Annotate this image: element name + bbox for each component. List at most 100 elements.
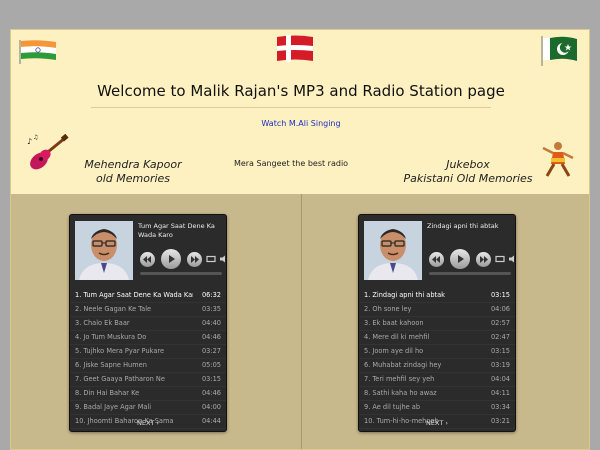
track-duration: 04:00 bbox=[201, 403, 221, 411]
repeat-icon[interactable] bbox=[495, 254, 505, 264]
playlist-track[interactable]: 9. Ae dil tujhe ab 03:34 bbox=[359, 401, 515, 415]
track-title: 8. Din Hai Bahar Ke bbox=[75, 389, 140, 397]
svg-text:♪: ♪ bbox=[27, 137, 32, 146]
track-duration: 03:35 bbox=[201, 305, 221, 313]
radio-caption: Mera Sangeet the best radio bbox=[233, 159, 349, 168]
track-duration: 02:47 bbox=[490, 333, 510, 341]
volume-icon[interactable] bbox=[219, 254, 229, 264]
left-music-player: Tum Agar Saat Dene Ka Wada Karo 1. Tum A… bbox=[69, 214, 227, 432]
playlist: 1. Zindagi apni thi abtak 03:15 2. Oh sone… bbox=[359, 289, 515, 429]
playlist-track[interactable]: 6. Muhabat zindagi hey 03:19 bbox=[359, 359, 515, 373]
right-caption-line2: Pakistani Old Memories bbox=[403, 172, 533, 185]
playlist-track[interactable]: 2. Neele Gagan Ke Tale 03:35 bbox=[70, 303, 226, 317]
mehendra-kapoor-caption: Mehendra Kapoor old Memories bbox=[73, 158, 193, 186]
playlist-track[interactable]: 7. Teri mehfil sey yeh 04:04 bbox=[359, 373, 515, 387]
playlist-track[interactable]: 9. Badal Jaye Agar Mali 04:00 bbox=[70, 401, 226, 415]
playlist-track[interactable]: 7. Geet Gaaya Patharon Ne 03:15 bbox=[70, 373, 226, 387]
track-title: 9. Ae dil tujhe ab bbox=[364, 403, 421, 411]
now-playing-title: Zindagi apni thi abtak bbox=[427, 222, 499, 230]
next-page-link[interactable]: NEXT › bbox=[359, 419, 515, 427]
track-duration: 05:05 bbox=[201, 361, 221, 369]
track-title: 8. Sathi kaha ho awaz bbox=[364, 389, 437, 397]
players-section: Tum Agar Saat Dene Ka Wada Karo 1. Tum A… bbox=[11, 194, 589, 449]
album-art-image bbox=[364, 221, 422, 280]
player-controls bbox=[140, 249, 229, 269]
playlist-track[interactable]: 5. Tujhko Mera Pyar Pukare 03:27 bbox=[70, 345, 226, 359]
track-title: 6. Muhabat zindagi hey bbox=[364, 361, 442, 369]
panel-divider bbox=[301, 194, 302, 449]
track-title: 3. Ek baat kahoon bbox=[364, 319, 424, 327]
playlist-track[interactable]: 4. Mere dil ki mehfil 02:47 bbox=[359, 331, 515, 345]
playlist-track[interactable]: 6. Jiske Sapne Humen 05:05 bbox=[70, 359, 226, 373]
playlist-track[interactable]: 1. Zindagi apni thi abtak 03:15 bbox=[359, 289, 515, 303]
playlist: 1. Tum Agar Saat Dene Ka Wada Karo 06:32 2… bbox=[70, 289, 226, 429]
player-controls bbox=[429, 249, 518, 269]
play-button[interactable] bbox=[161, 249, 181, 269]
album-art-image bbox=[75, 221, 133, 280]
track-duration: 04:40 bbox=[201, 319, 221, 327]
track-duration: 03:34 bbox=[490, 403, 510, 411]
playlist-track[interactable]: 5. Joom aye dil ho 03:15 bbox=[359, 345, 515, 359]
playlist-track[interactable]: 3. Ek baat kahoon 02:57 bbox=[359, 317, 515, 331]
track-title: 7. Geet Gaaya Patharon Ne bbox=[75, 375, 165, 383]
track-duration: 03:19 bbox=[490, 361, 510, 369]
repeat-icon[interactable] bbox=[206, 254, 216, 264]
left-caption-line2: old Memories bbox=[95, 172, 171, 185]
guitar-icon: ♪ ♫ bbox=[27, 134, 69, 170]
fast-forward-icon bbox=[191, 256, 199, 263]
track-title: 6. Jiske Sapne Humen bbox=[75, 361, 147, 369]
track-title: 5. Joom aye dil ho bbox=[364, 347, 424, 355]
playlist-track[interactable]: 4. Jo Tum Muskura Do 04:46 bbox=[70, 331, 226, 345]
page-container: Welcome to Malik Rajan's MP3 and Radio S… bbox=[10, 29, 590, 450]
watch-singing-link[interactable]: Watch M.Ali Singing bbox=[11, 119, 589, 128]
track-title: 5. Tujhko Mera Pyar Pukare bbox=[75, 347, 165, 355]
track-title: 1. Tum Agar Saat Dene Ka Wada Karo bbox=[75, 291, 193, 299]
track-title: 7. Teri mehfil sey yeh bbox=[364, 375, 435, 383]
pakistan-flag-icon bbox=[541, 36, 577, 66]
track-duration: 03:15 bbox=[201, 375, 221, 383]
next-track-button[interactable] bbox=[187, 252, 202, 267]
progress-bar[interactable] bbox=[429, 272, 511, 275]
track-title: 3. Chalo Ek Baar bbox=[75, 319, 130, 327]
playlist-track[interactable]: 8. Sathi kaha ho awaz 04:11 bbox=[359, 387, 515, 401]
track-duration: 04:04 bbox=[490, 375, 510, 383]
track-title: 4. Mere dil ki mehfil bbox=[364, 333, 430, 341]
playlist-track[interactable]: 3. Chalo Ek Baar 04:40 bbox=[70, 317, 226, 331]
track-duration: 03:15 bbox=[490, 291, 510, 299]
progress-bar[interactable] bbox=[140, 272, 222, 275]
denmark-flag-icon bbox=[277, 35, 313, 62]
track-duration: 04:06 bbox=[490, 305, 510, 313]
track-title: 4. Jo Tum Muskura Do bbox=[75, 333, 147, 341]
rewind-icon bbox=[143, 256, 151, 263]
rewind-icon bbox=[432, 256, 440, 263]
fast-forward-icon bbox=[480, 256, 488, 263]
next-track-button[interactable] bbox=[476, 252, 491, 267]
playlist-track[interactable]: 2. Oh sone ley 04:06 bbox=[359, 303, 515, 317]
next-page-link[interactable]: NEXT › bbox=[70, 419, 226, 427]
track-title: 2. Neele Gagan Ke Tale bbox=[75, 305, 152, 313]
track-duration: 03:15 bbox=[490, 347, 510, 355]
right-caption-line1: Jukebox bbox=[446, 158, 490, 171]
svg-text:♫: ♫ bbox=[33, 134, 38, 141]
track-duration: 06:32 bbox=[201, 291, 221, 299]
dancer-icon bbox=[542, 142, 574, 177]
previous-button[interactable] bbox=[429, 252, 444, 267]
playlist-track[interactable]: 1. Tum Agar Saat Dene Ka Wada Karo 06:32 bbox=[70, 289, 226, 303]
track-title: 2. Oh sone ley bbox=[364, 305, 412, 313]
play-button[interactable] bbox=[450, 249, 470, 269]
play-icon bbox=[169, 255, 175, 263]
volume-icon[interactable] bbox=[508, 254, 518, 264]
track-duration: 04:46 bbox=[201, 389, 221, 397]
title-divider bbox=[91, 107, 491, 108]
jukebox-caption: Jukebox Pakistani Old Memories bbox=[403, 158, 533, 186]
right-music-player: Zindagi apni thi abtak 1. Zindagi apni t… bbox=[358, 214, 516, 432]
track-title: 1. Zindagi apni thi abtak bbox=[364, 291, 445, 299]
previous-button[interactable] bbox=[140, 252, 155, 267]
play-icon bbox=[458, 255, 464, 263]
track-duration: 02:57 bbox=[490, 319, 510, 327]
now-playing-title: Tum Agar Saat Dene Ka Wada Karo bbox=[138, 222, 215, 239]
track-title: 9. Badal Jaye Agar Mali bbox=[75, 403, 152, 411]
playlist-track[interactable]: 8. Din Hai Bahar Ke 04:46 bbox=[70, 387, 226, 401]
page-title: Welcome to Malik Rajan's MP3 and Radio S… bbox=[97, 82, 505, 100]
india-flag-icon bbox=[19, 40, 56, 64]
